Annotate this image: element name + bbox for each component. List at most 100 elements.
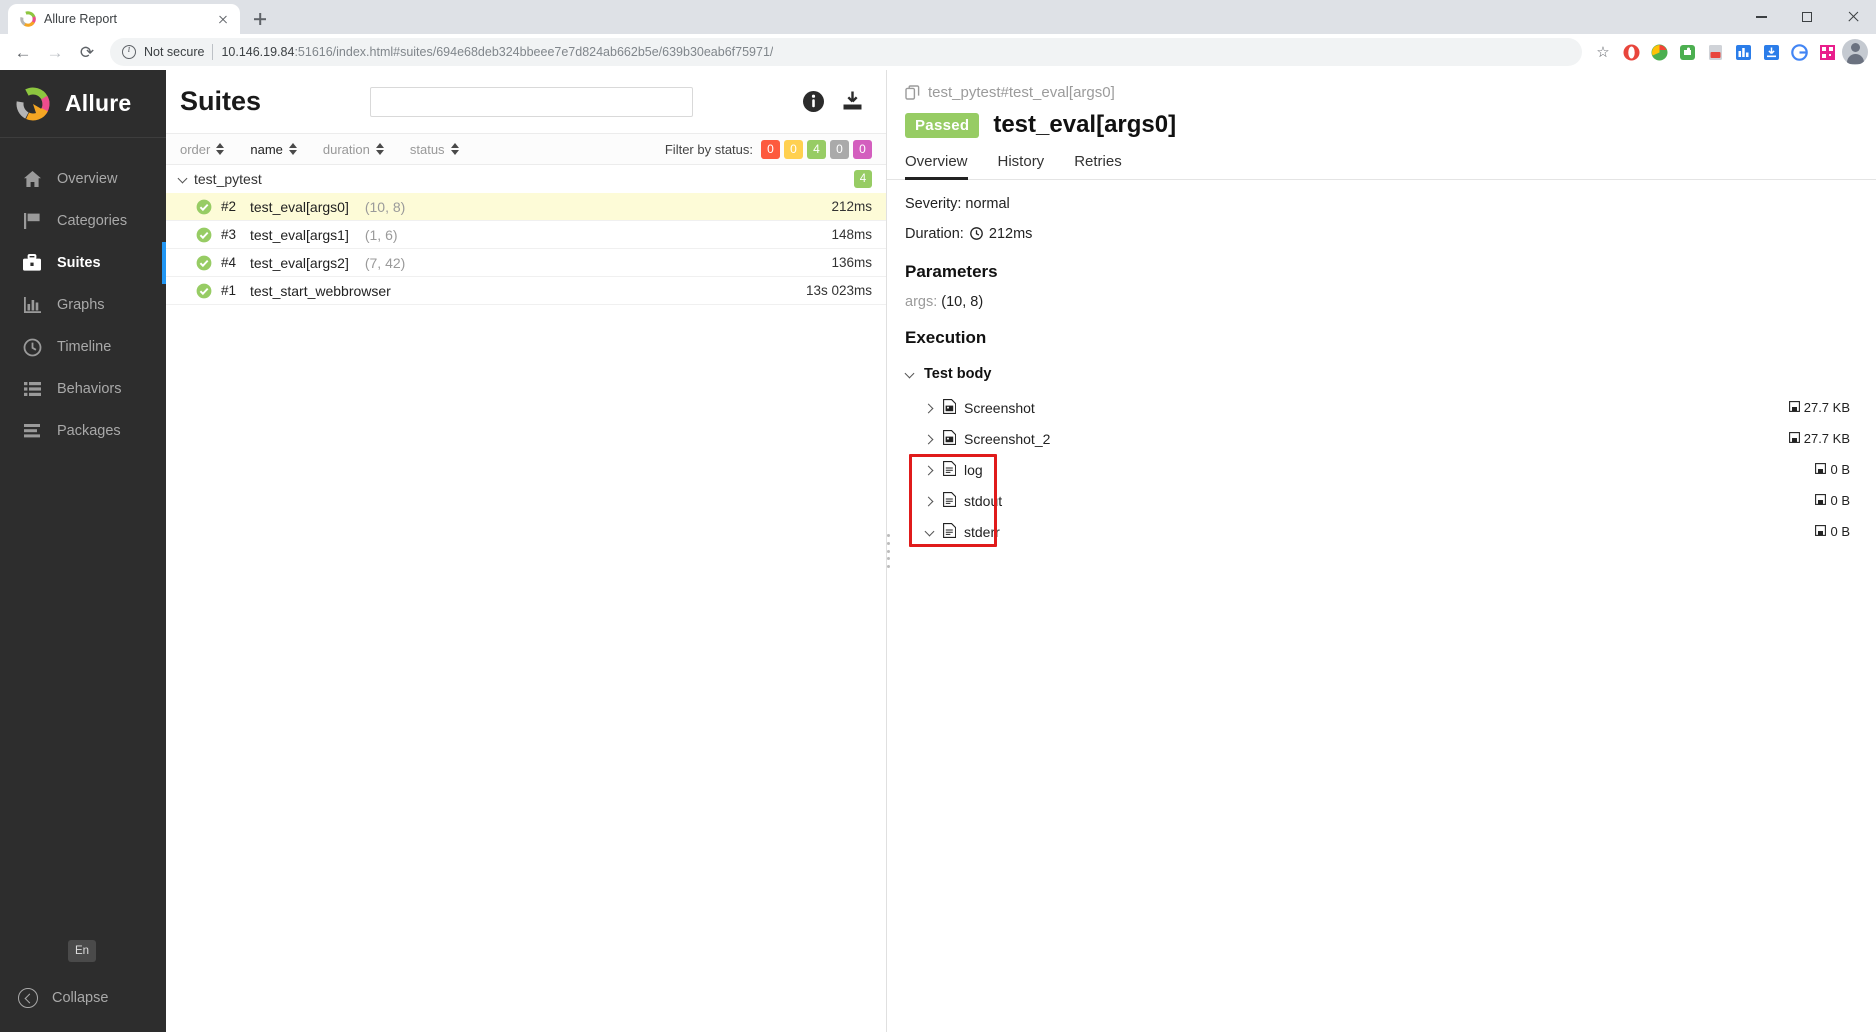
test-duration: 212ms <box>831 199 872 214</box>
sidebar-nav: Overview Categories Suites Graphs Timeli… <box>0 138 166 940</box>
status-passed-icon <box>196 255 212 271</box>
download-icon[interactable] <box>841 90 864 113</box>
sort-label: duration <box>322 141 370 157</box>
list-item[interactable]: Screenshot_2 27.7 KB <box>905 423 1858 454</box>
status-badge-skipped[interactable]: 0 <box>830 139 849 159</box>
info-icon[interactable] <box>802 90 825 113</box>
pdf-extension-icon[interactable] <box>1702 39 1728 65</box>
sidebar-item-suites[interactable]: Suites <box>0 242 166 284</box>
sort-arrows-icon <box>288 143 297 155</box>
sidebar: Allure Overview Categories Suites Graphs… <box>0 70 166 1032</box>
allure-app: Allure Overview Categories Suites Graphs… <box>0 70 1876 1032</box>
grid-extension-icon[interactable] <box>1730 39 1756 65</box>
puzzle-extension-icon[interactable] <box>1674 39 1700 65</box>
save-icon[interactable] <box>1788 400 1800 415</box>
sort-label: status <box>409 141 445 157</box>
status-badge-passed[interactable]: 4 <box>807 139 826 159</box>
download-extension-icon[interactable] <box>1758 39 1784 65</box>
test-body-toggle[interactable]: Test body <box>905 362 1858 386</box>
profile-avatar[interactable] <box>1842 39 1868 65</box>
chevron-down-icon[interactable] <box>905 369 915 379</box>
new-tab-button[interactable] <box>246 5 274 33</box>
home-icon <box>22 169 42 189</box>
test-order: #2 <box>221 199 237 214</box>
copy-icon[interactable] <box>905 85 920 100</box>
minimize-icon[interactable] <box>1738 0 1784 34</box>
qrcode-extension-icon[interactable] <box>1814 39 1840 65</box>
table-row[interactable]: #2 test_eval[args0] (10, 8) 212ms <box>166 193 886 221</box>
list-item[interactable]: stdout 0 B <box>905 485 1858 516</box>
sort-status[interactable]: status <box>410 142 459 157</box>
sidebar-item-graphs[interactable]: Graphs <box>0 284 166 326</box>
chevron-right-icon[interactable] <box>925 403 935 413</box>
forward-arrow-icon[interactable]: → <box>40 37 70 67</box>
tab-overview[interactable]: Overview <box>905 153 968 180</box>
language-selector[interactable]: En <box>68 940 96 962</box>
maximize-icon[interactable] <box>1784 0 1830 34</box>
url-host: 10.146.19.84 <box>221 45 295 59</box>
chevron-right-icon[interactable] <box>925 496 935 506</box>
attachment-size: 0 B <box>1830 493 1850 508</box>
panel-splitter[interactable] <box>887 534 892 568</box>
parameters-heading: Parameters <box>905 262 998 281</box>
sidebar-item-packages[interactable]: Packages <box>0 410 166 452</box>
google-extension-icon[interactable] <box>1786 39 1812 65</box>
list-item[interactable]: Screenshot 27.7 KB <box>905 392 1858 423</box>
text-file-icon <box>943 491 957 510</box>
tab-close-icon[interactable] <box>214 10 232 28</box>
save-icon[interactable] <box>1788 431 1800 446</box>
attachment-size-wrap: 27.7 KB <box>1788 400 1858 415</box>
sort-order[interactable]: order <box>180 142 225 157</box>
save-icon[interactable] <box>1815 524 1827 539</box>
sort-duration[interactable]: duration <box>323 142 384 157</box>
save-icon[interactable] <box>1815 462 1827 477</box>
reload-icon[interactable]: ⟳ <box>72 37 102 67</box>
attachment-name: stderr <box>964 523 1000 540</box>
bookmark-star-icon[interactable]: ☆ <box>1590 39 1616 65</box>
filter-label: Filter by status: <box>664 141 753 157</box>
security-status: Not secure <box>144 45 205 59</box>
sidebar-item-timeline[interactable]: Timeline <box>0 326 166 368</box>
collapse-sidebar-button[interactable]: Collapse <box>0 978 166 1018</box>
chevron-right-icon[interactable] <box>925 434 935 444</box>
address-bar[interactable]: Not secure 10.146.19.84:51616/index.html… <box>110 38 1582 66</box>
sort-name[interactable]: name <box>250 142 297 157</box>
save-icon[interactable] <box>1815 493 1827 508</box>
sidebar-item-categories[interactable]: Categories <box>0 200 166 242</box>
colorpicker-extension-icon[interactable] <box>1646 39 1672 65</box>
tab-retries[interactable]: Retries <box>1074 153 1122 179</box>
opera-extension-icon[interactable] <box>1618 39 1644 65</box>
list-item[interactable]: stderr 0 B <box>905 516 1858 547</box>
not-secure-info-icon[interactable] <box>122 44 136 59</box>
breadcrumb[interactable]: test_pytest#test_eval[args0] <box>905 84 1858 101</box>
brand[interactable]: Allure <box>0 70 166 138</box>
sidebar-item-overview[interactable]: Overview <box>0 158 166 200</box>
tab-history[interactable]: History <box>998 153 1045 179</box>
browser-tab[interactable]: Allure Report <box>8 4 240 34</box>
list-item[interactable]: log 0 B <box>905 454 1858 485</box>
suite-group-row[interactable]: test_pytest 4 <box>166 165 886 193</box>
chevron-right-icon[interactable] <box>925 465 935 475</box>
status-badge-broken[interactable]: 0 <box>784 139 803 159</box>
table-row[interactable]: #3 test_eval[args1] (1, 6) 148ms <box>166 221 886 249</box>
status-badge-unknown[interactable]: 0 <box>853 139 872 159</box>
test-args: (7, 42) <box>364 254 406 271</box>
omnibox-divider <box>212 44 214 60</box>
search-input[interactable] <box>370 86 694 117</box>
sort-label: name <box>250 141 283 157</box>
back-arrow-icon[interactable]: ← <box>8 37 38 67</box>
table-row[interactable]: #1 test_start_webbrowser 13s 023ms <box>166 277 886 305</box>
text-file-icon <box>943 460 957 479</box>
attachment-size-wrap: 27.7 KB <box>1788 431 1858 446</box>
sidebar-item-label: Graphs <box>57 297 105 313</box>
close-icon[interactable] <box>1830 0 1876 34</box>
table-row[interactable]: #4 test_eval[args2] (7, 42) 136ms <box>166 249 886 277</box>
attachment-size-wrap: 0 B <box>1815 524 1858 539</box>
status-badge-failed[interactable]: 0 <box>761 139 780 159</box>
chevron-down-icon[interactable] <box>925 527 935 537</box>
sidebar-item-behaviors[interactable]: Behaviors <box>0 368 166 410</box>
detail-tabs: Overview History Retries <box>887 153 1876 180</box>
sidebar-item-label: Timeline <box>57 339 112 355</box>
attachment-size: 27.7 KB <box>1803 431 1850 446</box>
chevron-down-icon[interactable] <box>178 174 188 184</box>
